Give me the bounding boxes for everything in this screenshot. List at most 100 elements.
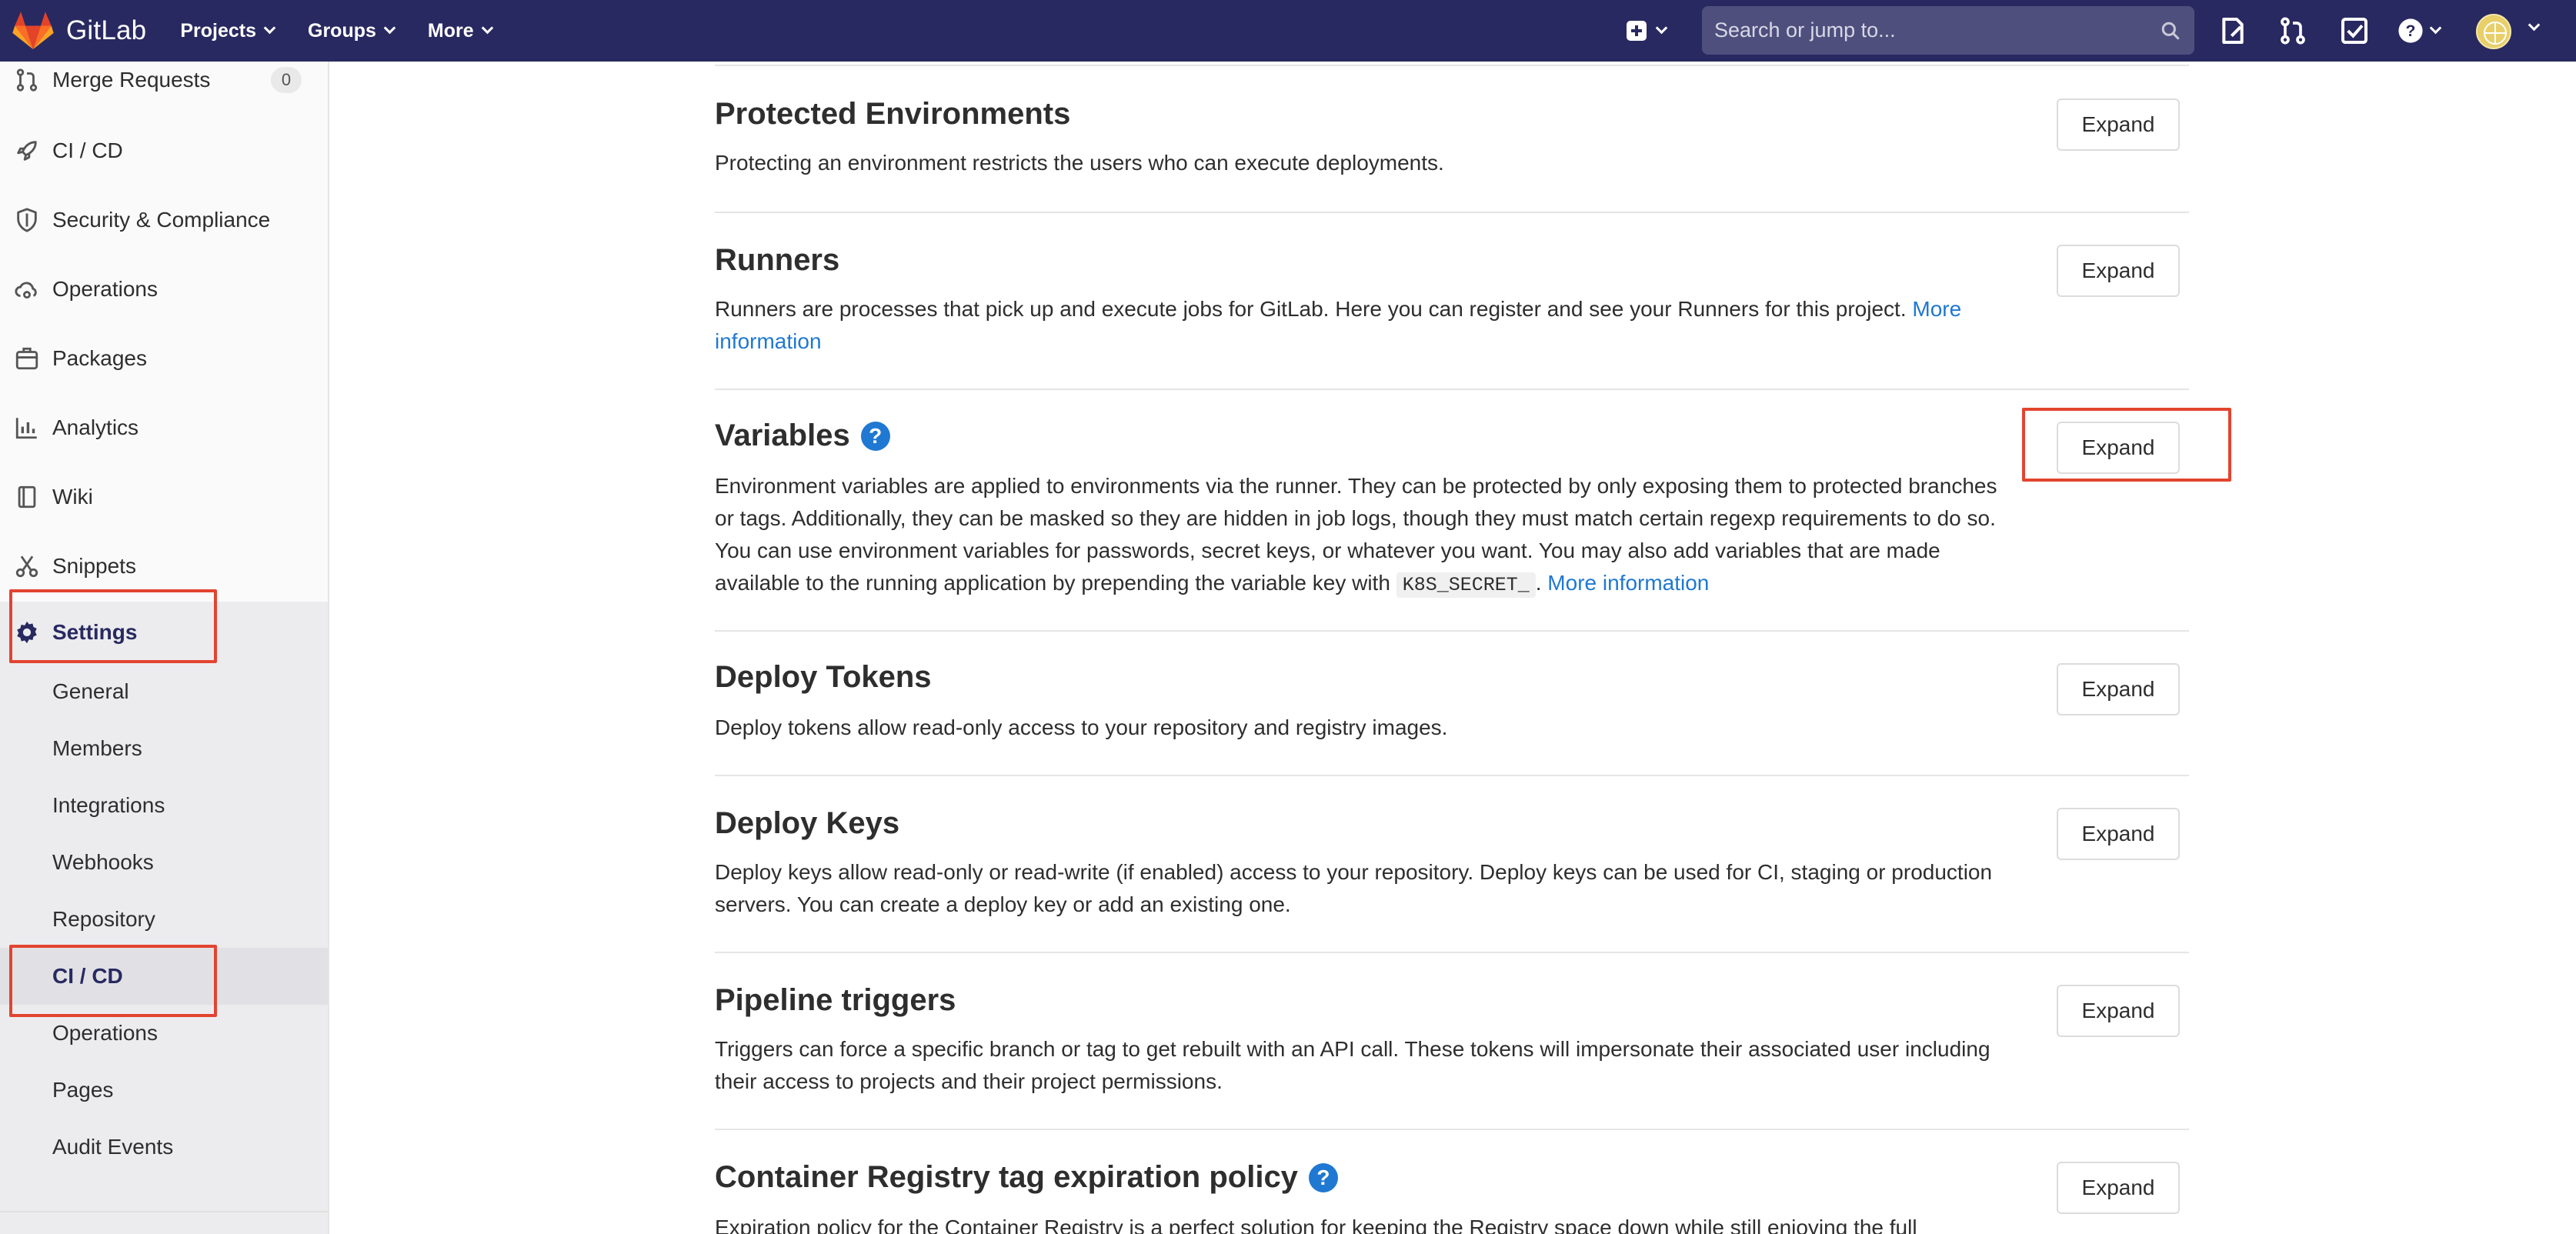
section-description: Deploy tokens allow read-only access to … [715, 715, 1448, 739]
help-dropdown[interactable]: ? [2397, 0, 2442, 62]
question-circle-icon[interactable]: ? [1308, 1162, 1338, 1192]
nav-groups-label: Groups [308, 19, 376, 42]
sidebar-item-snippets[interactable]: Snippets [0, 535, 328, 597]
section-runners: Runners Runners are processes that pick … [715, 243, 2189, 358]
sidebar-item-merge-requests[interactable]: Merge Requests 0 [0, 51, 328, 109]
sidebar-sub-webhooks[interactable]: Webhooks [0, 834, 328, 891]
section-divider [715, 1129, 2189, 1130]
expand-runners-button[interactable]: Expand [2057, 245, 2180, 297]
section-pipeline-triggers: Pipeline triggers Triggers can force a s… [715, 983, 2189, 1098]
search-icon[interactable] [2161, 21, 2181, 41]
svg-text:?: ? [2406, 22, 2416, 40]
section-title: Runners [715, 243, 840, 277]
sidebar-item-analytics[interactable]: Analytics [0, 397, 328, 459]
scissors-icon [15, 555, 38, 578]
sidebar-item-packages[interactable]: Packages [0, 328, 328, 389]
section-deploy-keys: Deploy Keys Deploy keys allow read-only … [715, 806, 2189, 921]
nav-more[interactable]: More [427, 19, 493, 42]
rocket-icon [17, 141, 37, 161]
chart-icon [15, 418, 37, 439]
gitlab-home-link[interactable]: GitLab [12, 11, 146, 51]
runners-description-text: Runners are processes that pick up and e… [715, 297, 1907, 321]
plus-icon [1627, 21, 1647, 41]
expand-pipeline-triggers-button[interactable]: Expand [2057, 985, 2180, 1037]
section-divider [715, 212, 2189, 213]
expand-deploy-keys-button[interactable]: Expand [2057, 808, 2180, 860]
section-deploy-tokens: Deploy Tokens Deploy tokens allow read-o… [715, 660, 2189, 744]
nav-groups[interactable]: Groups [308, 19, 396, 42]
shield-icon [17, 208, 37, 232]
expand-protected-environments-button[interactable]: Expand [2057, 98, 2180, 151]
nav-projects[interactable]: Projects [180, 19, 276, 42]
sidebar-item-label: Packages [52, 346, 147, 370]
todos-icon[interactable] [2339, 15, 2370, 46]
brand-name: GitLab [66, 15, 147, 45]
sidebar-sub-repository[interactable]: Repository [0, 891, 328, 948]
section-divider [715, 775, 2189, 776]
section-title: Variables [715, 419, 850, 452]
sub-item-label: Audit Events [52, 1135, 174, 1159]
section-title-row: Container Registry tag expiration policy… [715, 1160, 2189, 1195]
sidebar-item-label: Operations [52, 277, 158, 301]
sub-item-label: Pages [52, 1078, 114, 1102]
expand-container-registry-button[interactable]: Expand [2057, 1162, 2180, 1214]
avatar-pattern-icon [2478, 15, 2510, 48]
section-description: Environment variables are applied to env… [715, 470, 2015, 602]
variables-description-period: . [1535, 571, 1542, 595]
highlight-ci-cd-box [9, 945, 217, 1017]
sidebar-item-security-compliance[interactable]: Security & Compliance [0, 189, 328, 251]
sidebar-sub-pages[interactable]: Pages [0, 1062, 328, 1119]
variables-description-text: Environment variables are applied to env… [715, 474, 1997, 595]
top-navbar: GitLab Projects Groups More ? [0, 0, 2576, 62]
section-description: Runners are processes that pick up and e… [715, 293, 2015, 358]
section-title: Protected Environments [715, 97, 1071, 131]
section-container-registry-expiration: Container Registry tag expiration policy… [715, 1160, 2189, 1234]
section-variables: Variables ? Environment variables are ap… [715, 419, 2189, 602]
sub-item-label: Members [52, 736, 142, 760]
merge-requests-count-badge: 0 [271, 67, 302, 93]
sidebar-item-ci-cd[interactable]: CI / CD [0, 120, 328, 182]
expand-deploy-tokens-button[interactable]: Expand [2057, 663, 2180, 715]
sub-item-label: Integrations [52, 793, 165, 817]
section-divider [715, 952, 2189, 953]
chevron-down-icon [383, 22, 396, 35]
issues-icon[interactable] [2217, 15, 2248, 46]
package-icon [15, 347, 38, 370]
new-item-dropdown[interactable] [1627, 0, 1668, 62]
search-box[interactable] [1702, 6, 2194, 55]
search-input[interactable] [1714, 18, 2145, 42]
section-description: Deploy keys allow read-only or read-writ… [715, 860, 1993, 916]
nav-projects-label: Projects [180, 19, 256, 42]
k8s-secret-code: K8S_SECRET_ [1396, 572, 1536, 598]
sidebar-item-label: Analytics [52, 415, 139, 439]
user-avatar[interactable] [2476, 14, 2511, 49]
sidebar-sub-members[interactable]: Members [0, 720, 328, 777]
section-title: Deploy Keys [715, 806, 900, 840]
chevron-down-icon [2429, 22, 2442, 35]
highlight-variables-expand-box [2022, 408, 2231, 482]
sidebar-item-label: Wiki [52, 485, 93, 509]
section-title: Deploy Tokens [715, 660, 932, 694]
sub-item-label: General [52, 679, 129, 703]
sidebar-sub-general[interactable]: General [0, 663, 328, 720]
chevron-down-icon [481, 22, 493, 35]
chevron-down-icon[interactable] [2528, 18, 2541, 32]
sidebar-item-wiki[interactable]: Wiki [0, 466, 328, 528]
merge-requests-icon[interactable] [2277, 15, 2308, 46]
merge-request-icon [16, 68, 38, 92]
section-description: Protecting an environment restricts the … [715, 151, 1444, 175]
sub-item-label: Operations [52, 1021, 158, 1045]
help-icon: ? [2398, 18, 2423, 43]
question-circle-icon[interactable]: ? [860, 421, 890, 451]
gitlab-logo-icon [12, 12, 54, 49]
cloud-gear-icon [15, 282, 37, 299]
nav-more-label: More [427, 19, 474, 42]
variables-more-information-link[interactable]: More information [1547, 571, 1709, 595]
sidebar-item-label: Snippets [52, 554, 136, 578]
sidebar-item-label: Security & Compliance [52, 208, 271, 232]
sidebar-item-operations[interactable]: Operations [0, 258, 328, 320]
sidebar-sub-audit-events[interactable]: Audit Events [0, 1119, 328, 1176]
section-divider [715, 389, 2189, 390]
sidebar-bottom-divider [0, 1211, 328, 1212]
sidebar-sub-integrations[interactable]: Integrations [0, 777, 328, 834]
